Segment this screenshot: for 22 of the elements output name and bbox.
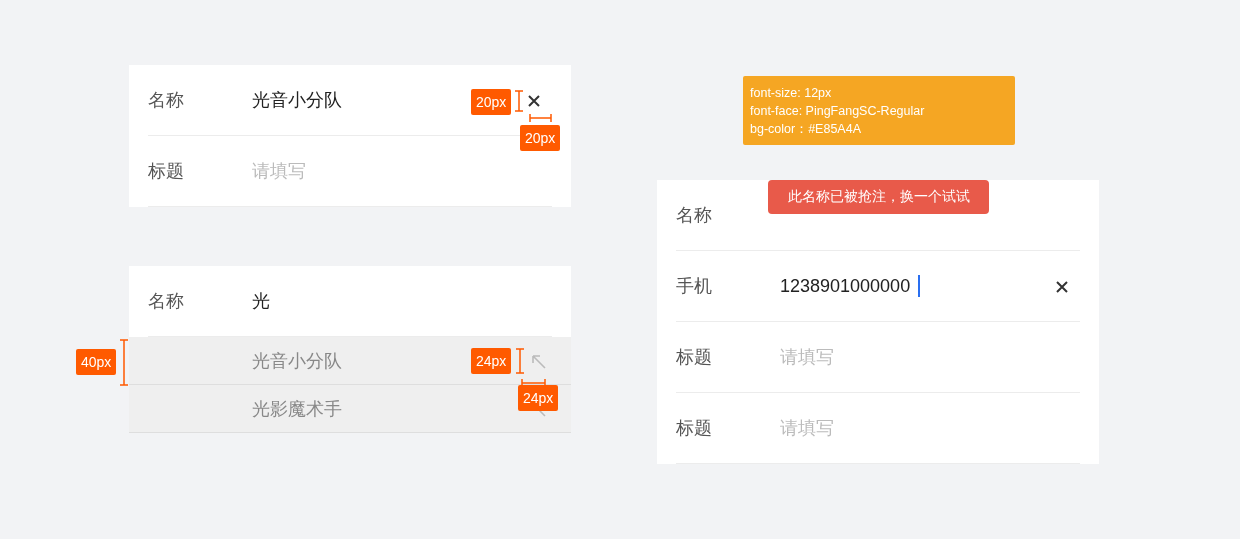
field-placeholder[interactable]: 请填写 <box>252 159 306 183</box>
field-label: 标题 <box>676 346 713 369</box>
dimension-badge: 20px <box>520 125 561 151</box>
field-placeholder[interactable]: 请填写 <box>780 416 834 440</box>
field-label: 名称 <box>148 89 185 112</box>
field-placeholder[interactable]: 请填写 <box>780 345 834 369</box>
spec-text: font-size: 12px <box>750 85 833 102</box>
spec-text: bg-color：#E85A4A <box>750 121 862 138</box>
spec-text: font-face: PingFangSC-Regular <box>750 103 926 120</box>
field-value[interactable]: 光音小分队 <box>252 88 342 112</box>
field-label: 标题 <box>148 160 185 183</box>
dimension-badge: 24px <box>471 348 512 374</box>
field-label: 名称 <box>676 204 713 227</box>
field-label: 手机 <box>676 275 713 298</box>
field-value[interactable]: 光 <box>252 289 270 313</box>
dimension-badge: 24px <box>518 385 559 411</box>
field-label: 名称 <box>148 290 185 313</box>
error-toast: 此名称已被抢注，换一个试试 <box>768 180 989 214</box>
field-value[interactable]: 1238901000000 <box>780 275 911 297</box>
field-label: 标题 <box>676 417 713 440</box>
dimension-badge: 20px <box>471 89 512 115</box>
dimension-badge: 40px <box>76 349 117 375</box>
